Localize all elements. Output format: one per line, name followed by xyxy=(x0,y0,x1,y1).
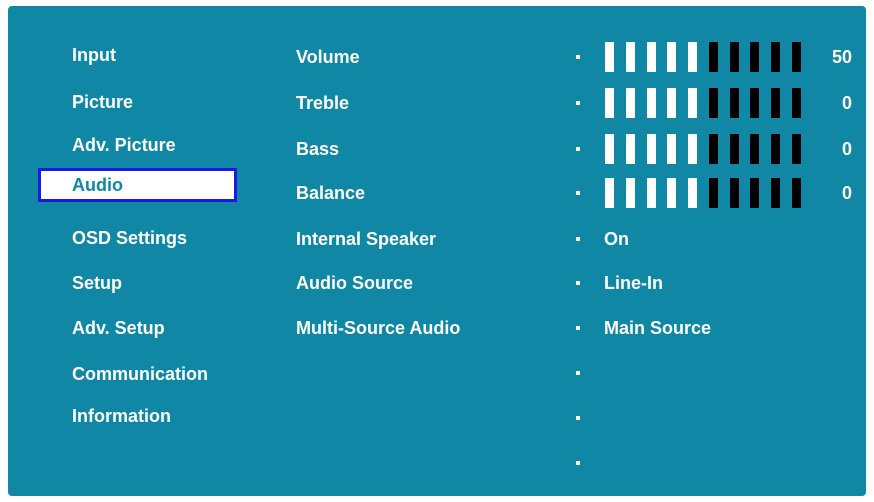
level-segment-filled xyxy=(646,134,656,164)
osd-screen: Input Picture Adv. Picture Audio OSD Set… xyxy=(8,6,866,496)
balance-label[interactable]: Balance xyxy=(296,182,365,204)
level-segment-empty xyxy=(750,134,760,164)
level-segment-empty xyxy=(708,88,718,118)
treble-value: 0 xyxy=(841,93,852,113)
menu-item-adv-picture[interactable]: Adv. Picture xyxy=(72,134,176,156)
bullet-dot xyxy=(576,461,580,465)
level-segment-empty xyxy=(771,178,781,208)
balance-slider[interactable] xyxy=(605,178,801,208)
internal-speaker-value[interactable]: On xyxy=(604,228,629,250)
level-segment-empty xyxy=(791,178,801,208)
balance-value: 0 xyxy=(841,183,852,203)
level-segment-filled xyxy=(646,42,656,72)
menu-item-picture[interactable]: Picture xyxy=(72,91,133,113)
level-segment-empty xyxy=(791,88,801,118)
level-segment-filled xyxy=(688,178,698,208)
level-segment-empty xyxy=(771,134,781,164)
level-segment-empty xyxy=(791,42,801,72)
level-segment-filled xyxy=(605,88,614,118)
menu-item-input[interactable]: Input xyxy=(72,44,116,66)
audio-source-label[interactable]: Audio Source xyxy=(296,272,413,294)
level-segment-empty xyxy=(729,134,739,164)
volume-slider[interactable] xyxy=(605,42,801,72)
level-segment-filled xyxy=(667,178,677,208)
bullet-dot xyxy=(576,147,580,151)
menu-item-communication[interactable]: Communication xyxy=(72,363,208,385)
level-segment-filled xyxy=(667,88,677,118)
level-segment-empty xyxy=(750,88,760,118)
audio-source-value[interactable]: Line-In xyxy=(604,272,663,294)
level-segment-empty xyxy=(750,42,760,72)
menu-item-audio[interactable]: Audio xyxy=(38,168,237,202)
level-segment-empty xyxy=(708,178,718,208)
level-segment-empty xyxy=(771,88,781,118)
level-segment-filled xyxy=(688,42,698,72)
level-segment-filled xyxy=(646,178,656,208)
bullet-dot xyxy=(576,237,580,241)
menu-item-information[interactable]: Information xyxy=(72,405,171,427)
volume-label[interactable]: Volume xyxy=(296,46,360,68)
level-segment-filled xyxy=(605,42,614,72)
level-segment-empty xyxy=(750,178,760,208)
bullet-dot xyxy=(576,371,580,375)
level-segment-filled xyxy=(667,134,677,164)
menu-item-osd-settings[interactable]: OSD Settings xyxy=(72,227,187,249)
level-segment-filled xyxy=(625,88,635,118)
level-segment-filled xyxy=(688,134,698,164)
level-segment-empty xyxy=(729,42,739,72)
level-segment-empty xyxy=(729,88,739,118)
bass-slider[interactable] xyxy=(605,134,801,164)
bullet-dot xyxy=(576,281,580,285)
bullet-dot xyxy=(576,326,580,330)
level-segment-filled xyxy=(625,134,635,164)
bullet-dot xyxy=(576,55,580,59)
level-segment-filled xyxy=(646,88,656,118)
level-segment-empty xyxy=(708,134,718,164)
level-segment-filled xyxy=(605,178,614,208)
level-segment-filled xyxy=(605,134,614,164)
bullet-dot xyxy=(576,101,580,105)
menu-item-adv-setup[interactable]: Adv. Setup xyxy=(72,317,165,339)
multi-source-audio-value[interactable]: Main Source xyxy=(604,317,711,339)
level-segment-filled xyxy=(625,42,635,72)
menu-item-setup[interactable]: Setup xyxy=(72,272,122,294)
treble-slider[interactable] xyxy=(605,88,801,118)
volume-value: 50 xyxy=(831,47,852,67)
level-segment-empty xyxy=(708,42,718,72)
level-segment-empty xyxy=(729,178,739,208)
level-segment-filled xyxy=(667,42,677,72)
level-segment-filled xyxy=(688,88,698,118)
level-segment-empty xyxy=(771,42,781,72)
treble-label[interactable]: Treble xyxy=(296,92,349,114)
bullet-dot xyxy=(576,416,580,420)
bullet-dot xyxy=(576,191,580,195)
level-segment-empty xyxy=(791,134,801,164)
multi-source-audio-label[interactable]: Multi-Source Audio xyxy=(296,317,460,339)
level-segment-filled xyxy=(625,178,635,208)
bass-value: 0 xyxy=(841,139,852,159)
internal-speaker-label[interactable]: Internal Speaker xyxy=(296,228,436,250)
bass-label[interactable]: Bass xyxy=(296,138,339,160)
